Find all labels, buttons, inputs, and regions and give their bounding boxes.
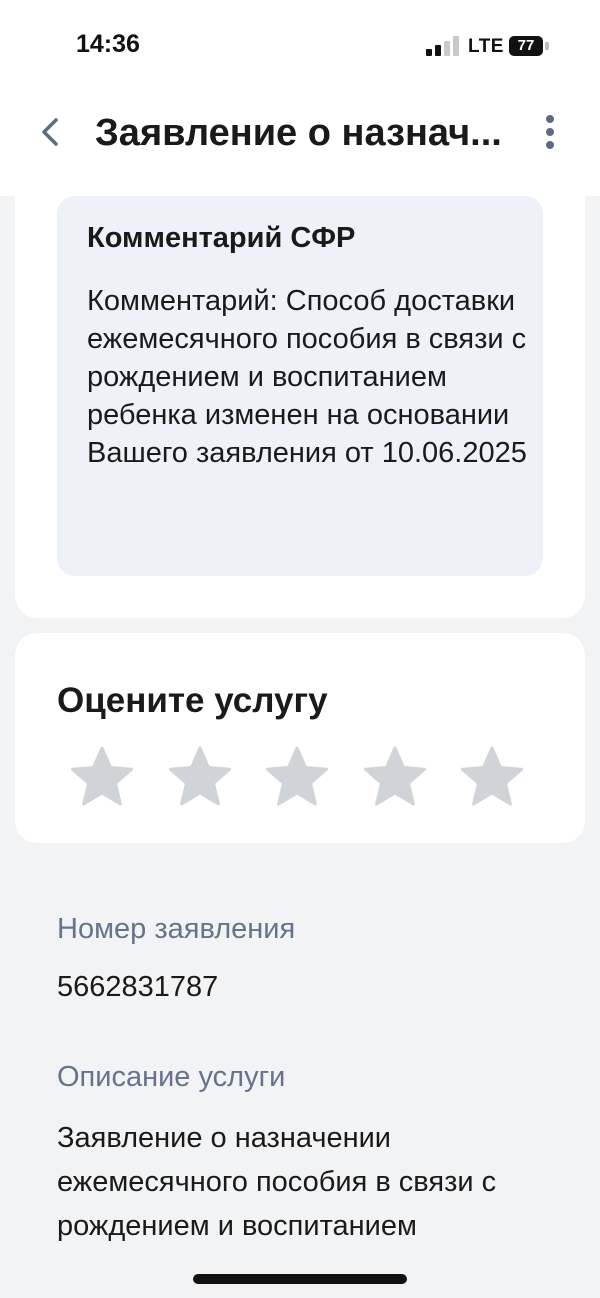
rating-card: Оцените услугу	[15, 633, 585, 843]
comment-title: Комментарий СФР	[87, 222, 356, 254]
star-icon[interactable]	[363, 745, 427, 809]
back-button-front[interactable]	[28, 110, 72, 154]
description-label: Описание услуги	[57, 1061, 286, 1093]
star-icon[interactable]	[70, 745, 134, 809]
battery-cap	[545, 42, 549, 50]
star-icon[interactable]	[460, 745, 524, 809]
signal-icon	[426, 36, 462, 56]
star-icon[interactable]	[265, 745, 329, 809]
home-indicator	[193, 1274, 407, 1284]
star-icon[interactable]	[168, 745, 232, 809]
status-bar: 14:36 LTE 77	[0, 0, 600, 90]
chevron-left-icon	[42, 118, 58, 146]
network-type: LTE	[468, 36, 504, 57]
comment-text: Комментарий: Способ доставки ежемесячног…	[87, 285, 527, 469]
nav-bar-front: Заявление о назнач...	[0, 90, 600, 196]
battery-icon: 77	[509, 36, 543, 56]
number-label: Номер заявления	[57, 913, 296, 945]
number-value: 5662831787	[57, 971, 219, 1003]
page-title-front: Заявление о назнач...	[95, 112, 502, 154]
comment-content: Комментарий СФР Комментарий: Способ дост…	[57, 196, 543, 576]
rating-title: Оцените услугу	[57, 681, 328, 720]
details-section: Номер заявления 5662831787 Описание услу…	[0, 843, 600, 1298]
vertical-dots-icon	[546, 115, 554, 149]
description-value: Заявление о назначении ежемесячного посо…	[57, 1122, 497, 1242]
more-button-front[interactable]	[538, 112, 562, 152]
status-time: 14:36	[76, 30, 140, 58]
rating-stars	[70, 745, 540, 809]
